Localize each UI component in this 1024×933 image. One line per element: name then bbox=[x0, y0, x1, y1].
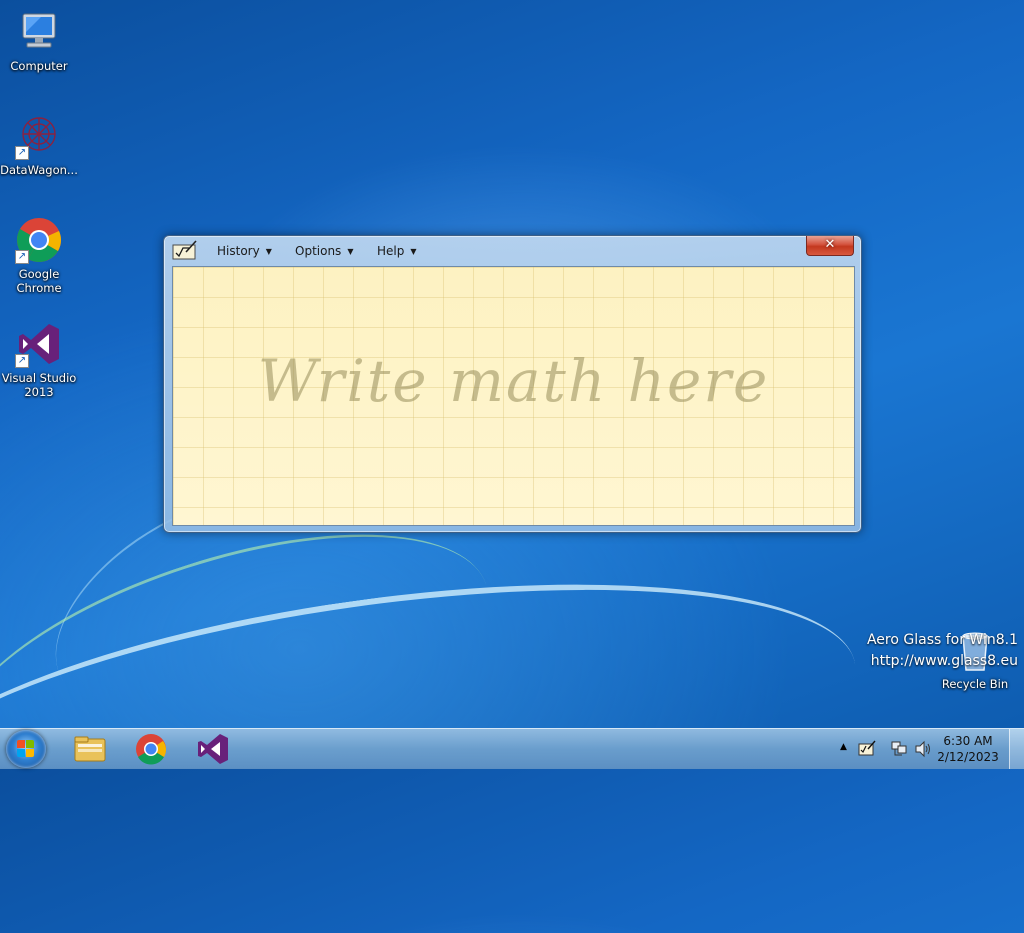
show-hidden-icons-arrow[interactable]: ▲ bbox=[840, 742, 847, 752]
desktop-icon-computer[interactable]: Computer bbox=[0, 8, 78, 73]
writing-area-placeholder: Write math here bbox=[257, 347, 770, 415]
system-tray: ▲ bbox=[838, 729, 938, 769]
taskbar: ▲ 6:30 AM 2/12/2023 bbox=[0, 728, 1024, 769]
desktop-icon-visual-studio[interactable]: ↗ Visual Studio 2013 bbox=[0, 320, 78, 399]
visual-studio-icon: ↗ bbox=[15, 320, 63, 368]
windows-logo-icon bbox=[17, 740, 35, 758]
shortcut-arrow-icon: ↗ bbox=[15, 146, 29, 160]
dropdown-arrow-icon: ▼ bbox=[265, 247, 272, 256]
menu-label: Help bbox=[377, 244, 405, 258]
shortcut-arrow-icon: ↗ bbox=[15, 354, 29, 368]
close-icon: ✕ bbox=[824, 237, 836, 252]
math-writing-area[interactable]: Write math here bbox=[172, 266, 855, 526]
aero-glass-watermark: Aero Glass for Win8.1 http://www.glass8.… bbox=[867, 630, 1018, 672]
desktop-icon-label: Computer bbox=[10, 59, 68, 73]
datawagon-icon: ↗ bbox=[15, 112, 63, 160]
chrome-icon bbox=[136, 734, 167, 765]
math-input-panel-window[interactable]: History ▼ Options ▼ Help ▼ ✕ Write math her… bbox=[163, 235, 862, 533]
taskbar-clock[interactable]: 6:30 AM 2/12/2023 bbox=[934, 733, 1002, 765]
menu-history[interactable]: History ▼ bbox=[213, 242, 276, 260]
close-button[interactable]: ✕ bbox=[806, 236, 854, 256]
desktop-icon-label: Google Chrome bbox=[16, 267, 62, 295]
volume-icon[interactable] bbox=[914, 740, 932, 758]
desktop-icon-google-chrome[interactable]: ↗ Google Chrome bbox=[0, 216, 78, 295]
computer-icon bbox=[15, 8, 63, 56]
network-icon[interactable] bbox=[890, 740, 908, 758]
taskbar-file-explorer[interactable] bbox=[62, 732, 116, 766]
file-explorer-icon bbox=[74, 736, 106, 762]
math-input-panel-tray-icon[interactable] bbox=[858, 740, 876, 756]
desktop-icon-label: Recycle Bin bbox=[941, 677, 1009, 691]
window-titlebar[interactable]: History ▼ Options ▼ Help ▼ ✕ bbox=[164, 236, 861, 264]
watermark-url: http://www.glass8.eu bbox=[870, 653, 1018, 669]
taskbar-visual-studio[interactable] bbox=[186, 732, 240, 766]
show-desktop-button[interactable] bbox=[1009, 729, 1024, 769]
menu-label: History bbox=[217, 244, 260, 258]
clock-date: 2/12/2023 bbox=[937, 750, 999, 764]
shortcut-arrow-icon: ↗ bbox=[15, 250, 29, 264]
desktop-icon-datawagon[interactable]: ↗ DataWagon... bbox=[0, 112, 78, 177]
dropdown-arrow-icon: ▼ bbox=[410, 247, 417, 256]
desktop-icon-label: DataWagon... bbox=[0, 163, 78, 177]
menu-help[interactable]: Help ▼ bbox=[373, 242, 421, 260]
watermark-line: Aero Glass for Win8.1 bbox=[866, 632, 1018, 648]
menu-options[interactable]: Options ▼ bbox=[291, 242, 357, 260]
desktop-icon-label: Visual Studio 2013 bbox=[1, 371, 77, 399]
taskbar-chrome[interactable] bbox=[124, 732, 178, 766]
clock-time: 6:30 AM bbox=[943, 734, 993, 748]
menu-label: Options bbox=[295, 244, 342, 258]
math-input-panel-icon bbox=[172, 240, 198, 260]
dropdown-arrow-icon: ▼ bbox=[347, 247, 354, 256]
chrome-icon: ↗ bbox=[15, 216, 63, 264]
visual-studio-icon bbox=[198, 734, 228, 764]
start-button[interactable] bbox=[6, 730, 46, 768]
